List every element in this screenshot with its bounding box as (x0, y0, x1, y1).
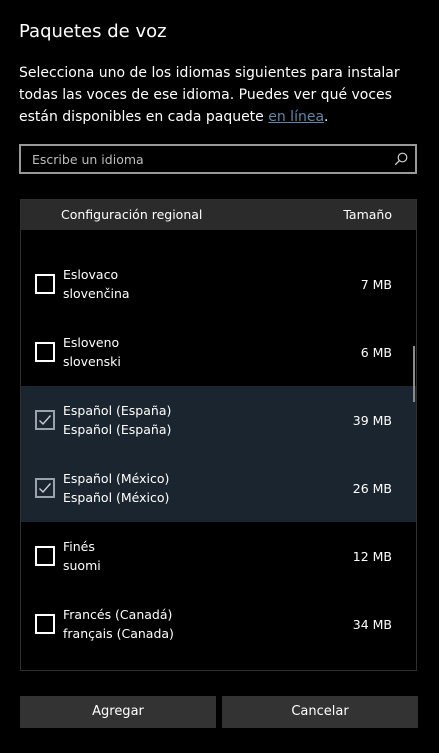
description-text: Selecciona uno de los idiomas siguientes… (19, 65, 400, 125)
voice-pack-list: Configuración regional Tamaño Eslovaco sl… (20, 199, 417, 671)
checkbox[interactable] (35, 274, 55, 294)
language-native: français (Canada) (63, 626, 174, 641)
checkbox[interactable] (35, 614, 55, 634)
language-name: Eslovaco slovenčina (63, 265, 130, 303)
pack-size: 39 MB (352, 413, 392, 428)
language-label: Finés (63, 539, 95, 554)
pack-size: 7 MB (360, 277, 392, 292)
dialog-description: Selecciona uno de los idiomas siguientes… (19, 62, 421, 128)
online-link[interactable]: en línea (268, 109, 324, 125)
list-item[interactable]: Francés (Canadá) français (Canada) 34 MB (21, 590, 416, 658)
column-header-size[interactable]: Tamaño (343, 200, 392, 230)
list-item[interactable]: Esloveno slovenski 6 MB (21, 318, 416, 386)
pack-size: 26 MB (352, 481, 392, 496)
language-label: Español (México) (63, 471, 170, 486)
description-end: . (324, 109, 329, 125)
checkbox[interactable] (35, 546, 55, 566)
dialog-title: Paquetes de voz (19, 21, 167, 42)
language-label: Esloveno (63, 335, 120, 350)
search-box (19, 144, 417, 174)
language-name: Español (España) Español (España) (63, 401, 171, 439)
pack-size: 6 MB (360, 345, 392, 360)
pack-size: 34 MB (352, 617, 392, 632)
language-name: Español (México) Español (México) (63, 469, 169, 507)
checkmark-icon (39, 415, 52, 426)
list-item[interactable]: Eslovaco slovenčina 7 MB (21, 250, 416, 318)
checkmark-icon (39, 483, 52, 494)
language-name: Esloveno slovenski (63, 333, 121, 371)
search-icon[interactable] (394, 152, 408, 166)
cancel-button[interactable]: Cancelar (222, 696, 418, 728)
language-native: slovenčina (63, 286, 130, 301)
list-header: Configuración regional Tamaño (21, 200, 416, 230)
column-header-region[interactable]: Configuración regional (61, 200, 202, 230)
language-label: Español (España) (63, 403, 172, 418)
search-input[interactable] (21, 146, 381, 172)
checkbox-checked[interactable] (35, 410, 55, 430)
language-native: slovenski (63, 354, 121, 369)
language-native: Español (México) (63, 490, 170, 505)
language-label: Francés (Canadá) (63, 607, 173, 622)
language-native: Español (España) (63, 422, 172, 437)
language-name: Finés suomi (63, 537, 101, 575)
list-item[interactable]: Español (México) Español (México) 26 MB (21, 454, 416, 522)
checkbox-checked[interactable] (35, 478, 55, 498)
language-name: Francés (Canadá) français (Canada) (63, 605, 174, 643)
language-native: suomi (63, 558, 101, 573)
list-item[interactable]: Finés suomi 12 MB (21, 522, 416, 590)
language-label: Eslovaco (63, 267, 119, 282)
list-item[interactable]: Español (España) Español (España) 39 MB (21, 386, 416, 454)
scrollbar-thumb[interactable] (413, 346, 415, 402)
pack-size: 12 MB (352, 549, 392, 564)
checkbox[interactable] (35, 342, 55, 362)
add-button[interactable]: Agregar (20, 696, 216, 728)
